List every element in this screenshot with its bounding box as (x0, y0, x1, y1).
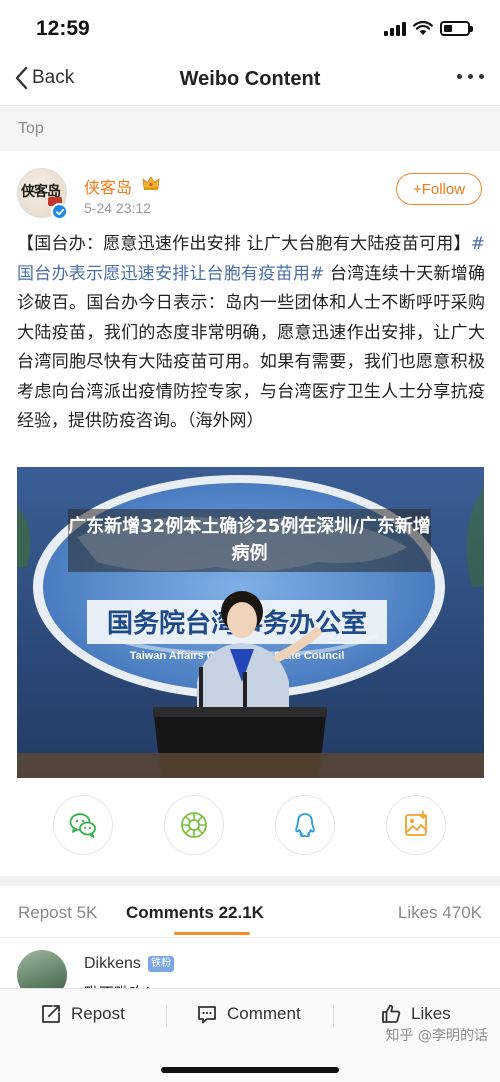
like-button[interactable]: Likes (380, 1003, 451, 1025)
engagement-tabs: Repost 5K Comments 22.1K Likes 470K (0, 886, 500, 938)
repost-label: Repost (71, 1004, 125, 1023)
moments-icon (181, 812, 207, 838)
section-divider (0, 876, 500, 886)
verified-icon (51, 203, 68, 220)
share-moments-button[interactable] (164, 795, 224, 855)
page-title: Weibo Content (179, 68, 321, 90)
watermark: 知乎 @李明的话 (385, 1028, 488, 1044)
save-image-button[interactable] (386, 795, 446, 855)
wifi-icon (413, 21, 433, 35)
bottom-separator (166, 1005, 167, 1027)
likes-label: Likes (411, 1004, 451, 1023)
top-label-bar: Top (0, 107, 500, 151)
weibo-content-screen: 12:59 Back Weibo Content Top 侠客岛 侠客岛 5-2… (0, 0, 500, 1082)
comment-label: Comment (227, 1004, 301, 1023)
post-text-body: 台湾连续十天新增确诊破百。国台办今日表示：岛内一些团体和人士不断呼吁采购大陆疫苗… (17, 263, 486, 432)
share-qq-button[interactable] (275, 795, 335, 855)
follow-button[interactable]: +Follow (396, 173, 482, 205)
repost-icon (42, 1005, 60, 1023)
wechat-icon (69, 813, 96, 838)
save-image-icon (405, 810, 427, 836)
battery-icon (440, 21, 473, 36)
tab-comments[interactable]: Comments 22.1K (126, 903, 264, 923)
top-label: Top (18, 120, 44, 137)
qq-icon (295, 813, 315, 838)
nav-bar: Back Weibo Content (0, 58, 500, 106)
more-options-icon[interactable] (457, 74, 484, 79)
tab-likes[interactable]: Likes 470K (398, 903, 482, 923)
post-text-headline: 【国台办：愿意迅速作出安排 让广大台胞有大陆疫苗可用】 (17, 234, 471, 254)
commenter-name[interactable]: Dikkens (84, 955, 141, 973)
overlay-headline: 广东新增32例本土确诊25例在深圳/广东新增病例 (68, 509, 431, 572)
signal-icon (384, 21, 406, 36)
bottom-separator (333, 1005, 334, 1027)
crown-icon (142, 176, 160, 190)
status-time: 12:59 (36, 17, 90, 40)
status-icons (384, 21, 473, 36)
fan-badge: 铁粉 (148, 956, 174, 972)
tab-repost[interactable]: Repost 5K (18, 903, 97, 923)
status-bar: 12:59 (0, 0, 500, 58)
post-text: 【国台办：愿意迅速作出安排 让广大台胞有大陆疫苗可用】#国台办表示愿迅速安排让台… (17, 230, 485, 437)
share-row (0, 795, 500, 859)
repost-button[interactable]: Repost (40, 1003, 125, 1025)
comment-button[interactable]: Comment (196, 1003, 301, 1025)
comment-icon (198, 1006, 216, 1024)
thumbs-up-icon (382, 1004, 401, 1023)
share-wechat-button[interactable] (53, 795, 113, 855)
home-indicator[interactable] (161, 1067, 339, 1073)
post-time: 5-24 23:12 (84, 200, 151, 216)
author-name[interactable]: 侠客岛 (84, 174, 132, 198)
active-tab-indicator (174, 932, 250, 935)
